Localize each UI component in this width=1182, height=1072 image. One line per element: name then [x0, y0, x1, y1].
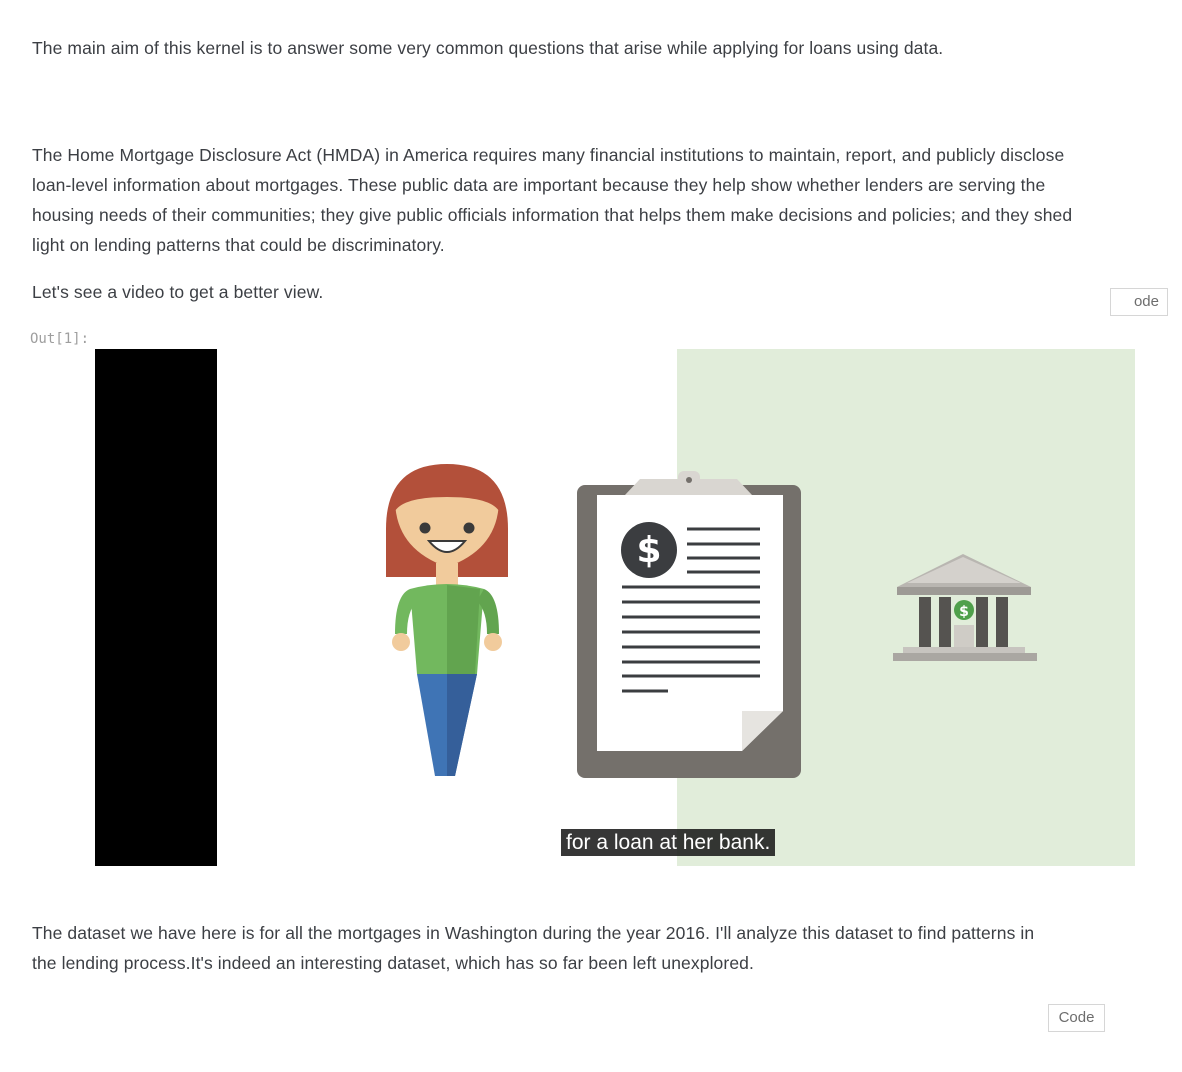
bank-building-icon: $: [893, 554, 1037, 661]
hmda-paragraph: The Home Mortgage Disclosure Act (HMDA) …: [32, 145, 1073, 255]
video-caption: for a loan at her bank.: [561, 829, 776, 856]
video-player[interactable]: $ $: [95, 349, 1135, 866]
person-illustration: [386, 464, 508, 776]
svg-text:$: $: [959, 604, 969, 620]
code-toggle-button[interactable]: Code: [1048, 1004, 1105, 1032]
intro-paragraph: The main aim of this kernel is to answer…: [32, 38, 944, 58]
video-frame: $ $: [386, 464, 1037, 778]
clipboard-document-icon: $: [577, 471, 801, 778]
video-intro-paragraph: Let's see a video to get a better view.: [32, 282, 324, 302]
output-prompt: Out[1]:: [30, 331, 90, 347]
dataset-paragraph: The dataset we have here is for all the …: [32, 923, 1035, 973]
svg-text:$: $: [636, 530, 661, 571]
code-toggle-button[interactable]: ode: [1110, 288, 1168, 316]
